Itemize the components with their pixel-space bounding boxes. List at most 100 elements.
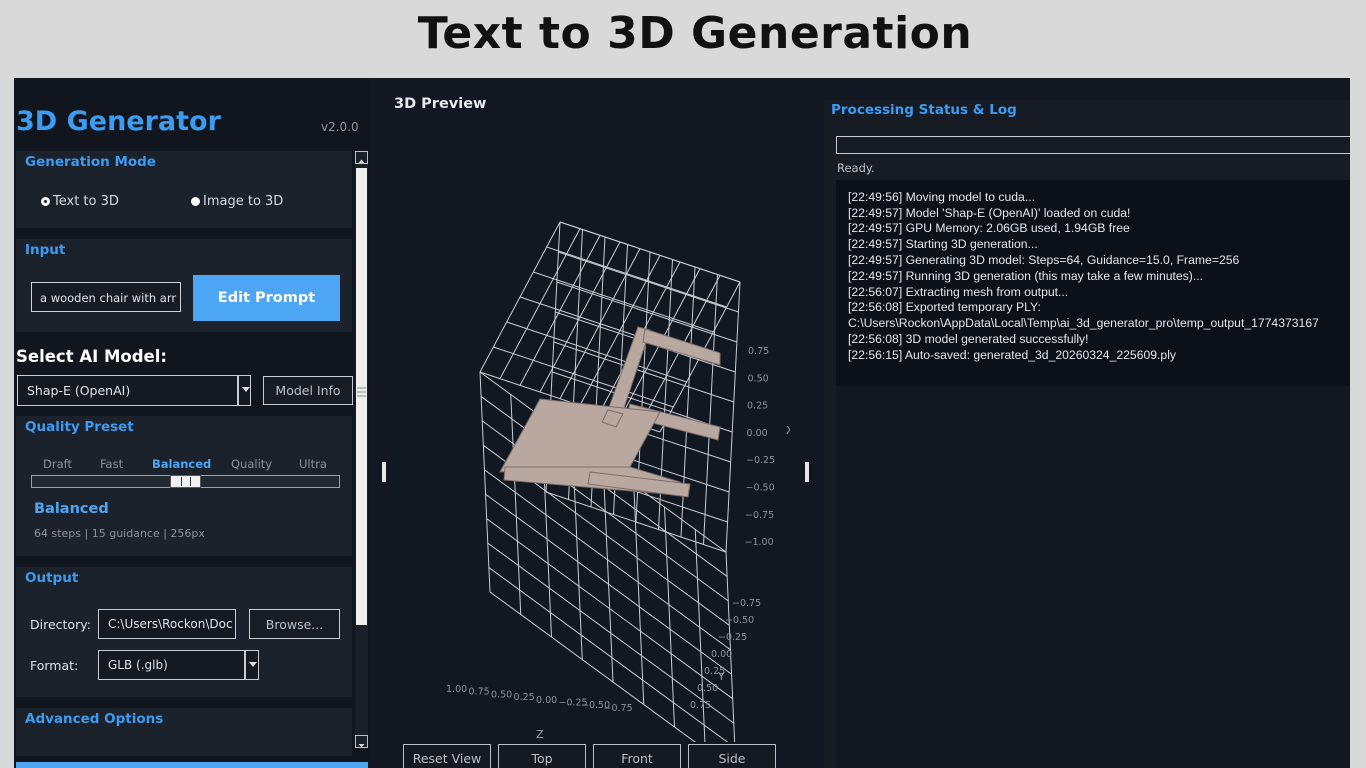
model-select-label: Select AI Model: [16,347,167,366]
scroll-down-icon[interactable] [355,735,368,748]
grid-line [479,221,561,373]
right-splitter-handle[interactable] [805,462,809,482]
radio-selected-icon [41,197,50,206]
settings-scrollbar[interactable] [355,151,368,748]
prompt-input[interactable]: a wooden chair with arr [31,282,181,312]
top-view-button[interactable]: Top [498,744,586,768]
z-tick-label: 0.25 [514,692,535,703]
side-view-button[interactable]: Side [688,744,776,768]
chevron-down-icon[interactable] [245,650,259,680]
output-heading: Output [25,570,79,586]
scroll-up-icon[interactable] [355,151,368,164]
left-splitter-handle[interactable] [382,462,386,482]
log-line: [22:49:57] Running 3D generation (this m… [848,268,1203,283]
format-label: Format: [30,658,79,673]
x-tick-label: −1.00 [745,537,774,548]
radio-unselected-icon [191,197,200,206]
settings-panel: 3D Generator v2.0.0 Generation Mode Text… [14,78,370,768]
preset-label-fast[interactable]: Fast [100,457,123,471]
x-tick-label: −0.75 [745,510,774,521]
z-tick-label: 0.00 [536,695,557,706]
chair-arm-top [642,328,721,366]
grid-line [493,346,674,408]
log-line: [22:49:57] Model 'Shap-E (OpenAI)' loade… [848,205,1131,220]
3d-plot: 0.750.500.250.00−0.25−0.50−0.75−1.00−0.7… [446,221,794,768]
y-tick-label: −0.25 [718,632,747,643]
preset-label-quality[interactable]: Quality [231,457,272,471]
z-tick-label: 0.50 [491,689,512,700]
input-heading: Input [25,242,66,258]
directory-label: Directory: [30,617,91,632]
page-banner-title: Text to 3D Generation [417,8,973,59]
radio-image-to-3d[interactable]: Image to 3D [191,194,283,209]
preset-label-draft[interactable]: Draft [43,457,72,471]
log-line: [22:49:57] GPU Memory: 2.06GB used, 1.94… [848,221,1130,236]
format-select[interactable]: GLB (.glb) [98,650,245,680]
reset-view-button[interactable]: Reset View [403,744,491,768]
grid-line [499,228,581,379]
generation-mode-heading: Generation Mode [25,154,156,170]
log-line: [22:56:07] Extracting mesh from output..… [848,284,1069,299]
log-line: [22:49:57] Generating 3D model: Steps=64… [848,252,1240,267]
radio-text-to-3d[interactable]: Text to 3D [41,194,119,209]
chevron-down-icon[interactable] [238,375,251,406]
generation-mode-section: Generation Mode Text to 3D Image to 3D [16,151,352,228]
x-tick-label: 0.00 [747,428,768,439]
status-text: Ready. [837,161,875,175]
preset-label-ultra[interactable]: Ultra [299,457,327,471]
log-line: [22:56:08] 3D model generated successful… [848,331,1089,346]
log-line: [22:49:56] Moving model to cuda... [848,189,1035,204]
y-tick-label: −0.75 [732,598,761,609]
preset-label-balanced[interactable]: Balanced [152,457,211,471]
grid-line [510,394,522,615]
x-tick-label: 0.50 [748,373,769,384]
app-title: 3D Generator [16,106,221,137]
quality-preset-heading: Quality Preset [25,419,134,435]
quality-slider-handle[interactable] [170,475,201,488]
radio-label: Image to 3D [203,194,284,209]
radio-label: Text to 3D [53,194,119,209]
3d-preview-canvas[interactable]: 0.75 0.50 0.25 0.00 −0.25 −0.50 −0.75 −1.00 −0.7… [390,122,794,768]
grid-line [725,551,737,768]
z-tick-label: 1.00 [446,684,467,695]
y-tick-label: 0.75 [690,700,711,711]
log-line: [22:49:57] Starting 3D generation... [848,237,1038,252]
model-info-button[interactable]: Model Info [263,376,353,405]
z-tick-label: 0.75 [469,687,490,698]
grid-line [546,246,727,308]
front-view-button[interactable]: Front [593,744,681,768]
grid-line [703,274,718,545]
grid-line [519,235,601,386]
x-tick-label: −0.25 [746,455,775,466]
z-tick-label: −0.75 [604,703,633,714]
directory-input[interactable]: C:\Users\Rockon\Doc [98,609,236,639]
generate-button-edge[interactable] [16,762,368,768]
log-line: [22:56:08] Exported temporary PLY: [848,300,1041,315]
x-axis-label: X [786,424,790,437]
grid-line [633,484,645,705]
x-tick-label: −0.50 [746,483,775,494]
x-tick-label: 0.25 [747,401,768,412]
generation-progress-bar [836,136,1350,154]
scroll-thumb[interactable] [356,168,367,625]
selected-preset-description: 64 steps | 15 guidance | 256px [34,527,205,540]
log-output[interactable]: [22:49:56] Moving model to cuda... [22:49… [836,180,1350,768]
app-version: v2.0.0 [321,120,359,134]
advanced-options-section[interactable]: Advanced Options [16,708,352,756]
x-tick-label: 0.75 [748,346,769,357]
grid-line [664,506,675,728]
edit-prompt-button[interactable]: Edit Prompt [193,275,340,321]
status-panel: Processing Status & Log Ready. [22:49:56… [824,100,1350,768]
grid-line [506,321,687,383]
y-tick-label: −0.50 [725,615,754,626]
app-window: 3D Generator v2.0.0 Generation Mode Text… [14,78,1350,768]
z-axis-label: Z [536,728,544,741]
grid-line [479,371,491,593]
browse-button[interactable]: Browse... [249,609,340,639]
grid-line [725,281,741,553]
grid-line [602,461,614,683]
selected-preset-name: Balanced [34,501,109,517]
model-select[interactable]: Shap-E (OpenAI) [17,375,238,406]
y-axis-label: Y [717,670,725,683]
y-tick-label: 0.50 [697,683,718,694]
